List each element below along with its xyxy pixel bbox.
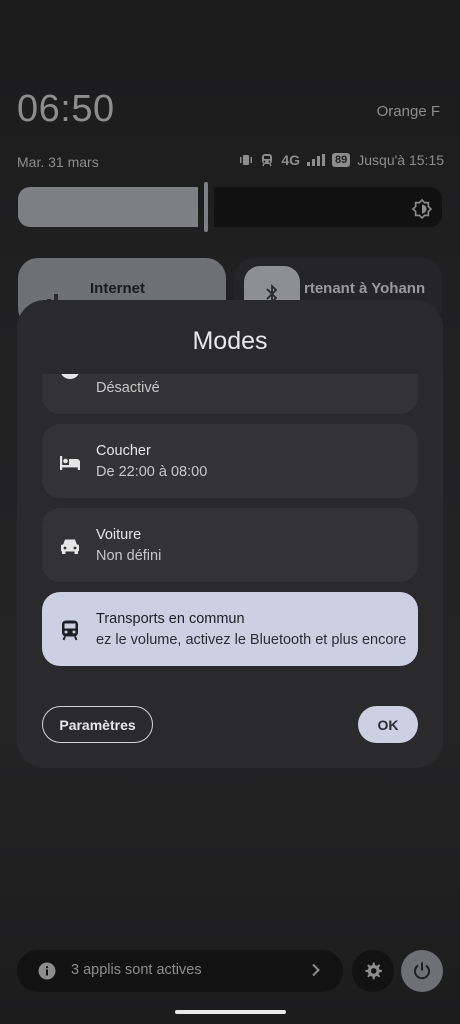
battery-level: 89: [332, 153, 351, 167]
power-button[interactable]: [401, 950, 443, 992]
power-icon: [414, 962, 430, 980]
mode-status: Non défini: [96, 548, 162, 564]
mode-card-bedtime[interactable]: Coucher De 22:00 à 08:00: [42, 424, 418, 498]
carrier-name: Orange F: [376, 103, 440, 120]
brightness-handle[interactable]: [204, 182, 208, 232]
car-icon: [61, 539, 79, 554]
date-label: Mar. 31 mars: [17, 154, 99, 170]
brightness-icon: [412, 199, 432, 219]
chevron-right-icon: [312, 963, 320, 977]
gear-icon: [365, 962, 382, 980]
network-type: 4G: [281, 152, 300, 168]
info-icon: [38, 962, 56, 980]
dnd-until-label: Jusqu'à 15:15: [357, 152, 444, 168]
bed-icon: [60, 456, 80, 470]
settings-button[interactable]: Paramètres: [42, 706, 153, 743]
mode-card-car[interactable]: Voiture Non défini: [42, 508, 418, 582]
brightness-track[interactable]: [214, 187, 442, 227]
mode-status: Désactivé: [96, 380, 160, 396]
active-apps-label: 3 applis sont actives: [71, 962, 202, 978]
signal-icon: [307, 154, 325, 166]
mode-card-do-not-disturb[interactable]: Désactivé: [42, 374, 418, 414]
settings-gear-button[interactable]: [352, 950, 394, 992]
bluetooth-tile-label: rtenant à Yohann: [304, 280, 426, 297]
dialog-title: Modes: [192, 327, 268, 355]
modes-list[interactable]: Désactivé Coucher De 22:00 à 08:00 Voitu…: [17, 374, 443, 674]
brightness-fill: [18, 187, 198, 227]
mode-status: ez le volume, activez le Bluetooth et pl…: [96, 632, 406, 648]
modes-dialog: Modes Désactivé Coucher De 22:00 à 08:00: [17, 300, 443, 768]
mode-name: Coucher: [96, 443, 151, 459]
internet-tile-label: Internet: [90, 280, 146, 297]
vibrate-icon: [240, 155, 253, 165]
ok-button[interactable]: OK: [358, 706, 418, 743]
brightness-slider[interactable]: [18, 182, 442, 232]
train-icon: [62, 620, 78, 641]
mode-status: De 22:00 à 08:00: [96, 464, 208, 480]
train-mode-icon: [262, 154, 273, 167]
mode-name: Voiture: [96, 527, 142, 543]
moon-face-icon: [61, 374, 79, 379]
mode-card-public-transport[interactable]: Transports en commun ez le volume, activ…: [42, 592, 418, 666]
active-apps-pill[interactable]: 3 applis sont actives: [17, 950, 343, 992]
status-icons-row: 4G 89 Jusqu'à 15:15: [239, 152, 444, 168]
mode-name: Transports en commun: [96, 611, 245, 627]
clock-time: 06:50: [17, 88, 115, 130]
home-indicator[interactable]: [175, 1010, 286, 1014]
